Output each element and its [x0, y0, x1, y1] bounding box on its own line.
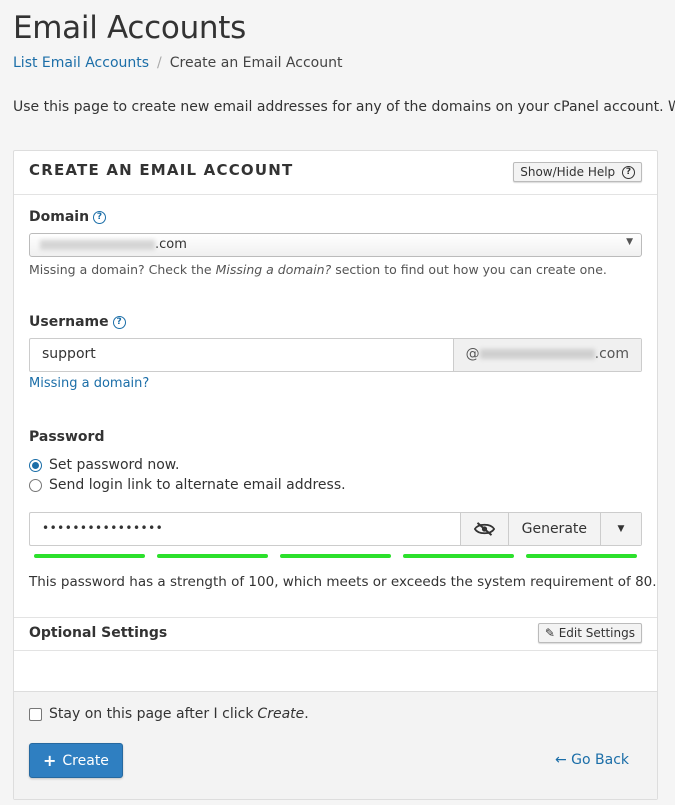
page-title: Email Accounts: [13, 10, 246, 46]
breadcrumb-list-email-accounts[interactable]: List Email Accounts: [13, 55, 149, 71]
arrow-left-icon: ←: [554, 752, 567, 768]
domain-help-icon[interactable]: ?: [93, 210, 107, 224]
strength-segment: [280, 554, 391, 558]
create-button[interactable]: + Create: [29, 743, 123, 778]
go-back-link[interactable]: ← Go Back: [555, 752, 629, 768]
breadcrumb: List Email Accounts / Create an Email Acco…: [13, 55, 342, 71]
generate-options-dropdown[interactable]: ▼: [600, 513, 641, 545]
domain-label-text: Domain: [29, 209, 90, 225]
card-title: CREATE AN EMAIL ACCOUNT: [29, 161, 294, 179]
password-label: Password: [29, 429, 105, 445]
username-input[interactable]: support: [30, 339, 453, 371]
show-hide-help-label: Show/Hide Help: [520, 165, 616, 179]
stay-on-page-prefix: Stay on this page after I click: [49, 706, 254, 722]
breadcrumb-separator: /: [157, 55, 162, 71]
username-input-group: support @ .com: [29, 338, 642, 372]
card-footer: Stay on this page after I click Create. …: [14, 691, 657, 799]
pencil-icon: ✎: [544, 626, 555, 640]
divider: [14, 617, 657, 618]
stay-on-page-checkbox-row[interactable]: Stay on this page after I click Create.: [29, 706, 309, 722]
radio-set-password-now[interactable]: Set password now.: [29, 457, 179, 473]
username-label-text: Username: [29, 314, 109, 330]
domain-select-value: .com: [155, 237, 187, 252]
redacted-domain: [479, 349, 595, 359]
domain-hint-em: Missing a domain?: [215, 262, 332, 277]
eye-slash-icon: [473, 522, 495, 536]
caret-down-icon: ▼: [626, 237, 633, 247]
radio-set-password-label: Set password now.: [49, 457, 180, 473]
show-hide-help-button[interactable]: Show/Hide Help ?: [513, 162, 642, 182]
strength-segment: [403, 554, 514, 558]
username-help-icon[interactable]: ?: [112, 315, 126, 329]
strength-segment: [34, 554, 145, 558]
domain-select[interactable]: .com ▼: [29, 233, 642, 257]
domain-hint-suffix: section to find out how you can create o…: [331, 262, 607, 277]
strength-segment: [526, 554, 637, 558]
card-header: CREATE AN EMAIL ACCOUNT Show/Hide Help ?: [14, 151, 657, 195]
username-label: Username?: [29, 314, 126, 330]
domain-hint: Missing a domain? Check the Missing a do…: [29, 262, 607, 277]
radio-send-link-label: Send login link to alternate email addre…: [49, 477, 346, 493]
intro-text: Use this page to create new email addres…: [13, 99, 675, 115]
domain-label: Domain?: [29, 209, 107, 225]
password-strength-meter: [34, 554, 637, 558]
question-icon: ?: [622, 166, 635, 179]
password-strength-message: This password has a strength of 100, whi…: [29, 574, 657, 590]
radio-send-login-link[interactable]: Send login link to alternate email addre…: [29, 477, 346, 493]
addon-suffix: .com: [594, 346, 629, 362]
toggle-visibility-button[interactable]: [459, 513, 508, 545]
generate-password-button[interactable]: Generate: [507, 513, 600, 545]
create-button-label: Create: [62, 752, 109, 769]
stay-on-page-suffix: .: [304, 706, 309, 722]
strength-segment: [157, 554, 268, 558]
password-input-group: •••••••••••••••• Generate ▼: [29, 512, 642, 546]
caret-down-icon: ▼: [617, 524, 625, 534]
addon-at: @: [465, 346, 480, 362]
plus-icon: +: [43, 751, 57, 770]
edit-settings-label: Edit Settings: [558, 626, 635, 640]
password-input[interactable]: ••••••••••••••••: [30, 513, 460, 545]
radio-unselected-icon[interactable]: [29, 478, 42, 492]
missing-domain-link[interactable]: Missing a domain?: [29, 376, 149, 391]
radio-selected-icon[interactable]: [29, 458, 42, 472]
redacted-domain: [40, 239, 155, 250]
create-email-card: CREATE AN EMAIL ACCOUNT Show/Hide Help ?…: [13, 150, 658, 800]
stay-on-page-em: Create: [257, 706, 305, 722]
stay-on-page-checkbox[interactable]: [29, 707, 42, 721]
divider: [14, 650, 657, 651]
domain-hint-prefix: Missing a domain? Check the: [29, 262, 216, 277]
go-back-label: Go Back: [571, 752, 629, 768]
username-domain-addon: @ .com: [452, 339, 641, 371]
optional-settings-title: Optional Settings: [29, 625, 168, 641]
breadcrumb-current: Create an Email Account: [169, 55, 343, 71]
edit-settings-button[interactable]: ✎ Edit Settings: [537, 623, 642, 643]
